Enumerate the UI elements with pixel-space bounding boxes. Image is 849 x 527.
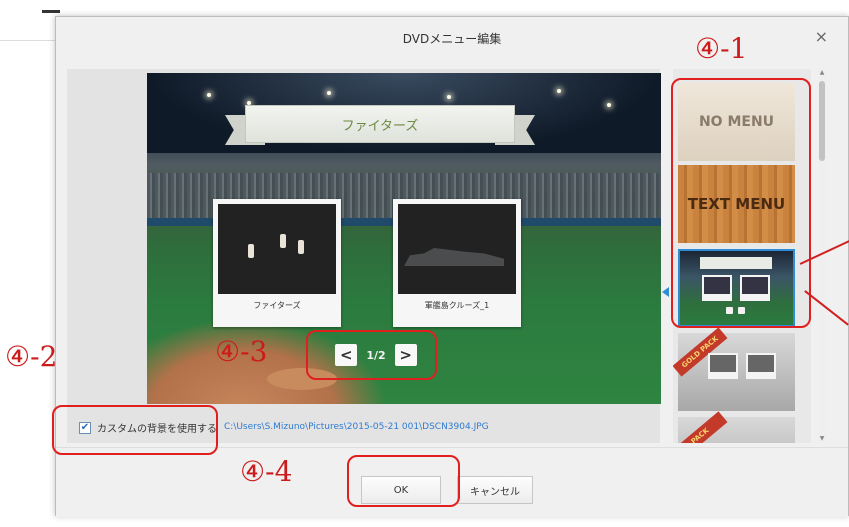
background-window [0, 0, 55, 527]
annotation-4-2: ④-2 [5, 340, 58, 373]
pack-tag: PACK [673, 411, 728, 443]
annotation-4-1: ④-1 [695, 32, 748, 65]
title-banner: ファイターズ [225, 105, 535, 151]
template-pack[interactable]: PACK [673, 411, 795, 443]
annotation-4-3: ④-3 [215, 335, 268, 368]
player-figure [298, 240, 304, 254]
chapter-thumbnail[interactable]: ファイターズ [213, 199, 341, 327]
close-icon[interactable]: × [815, 27, 828, 46]
background-window-bar [42, 10, 60, 13]
background-file-path[interactable]: C:\Users\S.Mizuno\Pictures\2015-05-21 00… [224, 422, 489, 432]
scroll-down-icon[interactable]: ▼ [818, 435, 826, 443]
background-divider [0, 40, 55, 41]
mini-thumbnail [746, 353, 776, 379]
cancel-button[interactable]: キャンセル [457, 476, 533, 504]
stadium-light [607, 103, 611, 107]
template-gold-pack[interactable]: GOLD PACK [673, 327, 795, 411]
thumbnail-image [218, 204, 336, 294]
thumbnail-image [398, 204, 516, 294]
player-figure [280, 234, 286, 248]
scroll-thumb[interactable] [819, 81, 825, 161]
thumbnail-caption: ファイターズ [253, 301, 301, 310]
annotation-box-4-1 [671, 78, 811, 328]
annotation-box-4-3 [306, 330, 437, 380]
selected-indicator-arrow [662, 287, 669, 297]
stadium-light [207, 93, 211, 97]
player-figure [248, 244, 254, 258]
stadium-light [447, 95, 451, 99]
preview-panel: ファイターズ ファイターズ 軍艦島クルーズ_1 < 1/2 > [67, 69, 661, 443]
stadium-light [557, 89, 561, 93]
template-scrollbar[interactable]: ▲ ▼ [818, 69, 826, 443]
annotation-4-4: ④-4 [240, 455, 293, 488]
island-silhouette [404, 248, 504, 266]
annotation-box-4-4 [347, 455, 460, 507]
menu-title: ファイターズ [341, 118, 419, 134]
thumbnail-caption: 軍艦島クルーズ_1 [424, 301, 490, 310]
ribbon-main[interactable]: ファイターズ [245, 105, 515, 143]
scroll-up-icon[interactable]: ▲ [818, 69, 826, 77]
annotation-box-4-2 [52, 405, 218, 455]
mini-thumbnail [708, 353, 738, 379]
chapter-thumbnail[interactable]: 軍艦島クルーズ_1 [393, 199, 521, 327]
stadium-light [327, 91, 331, 95]
